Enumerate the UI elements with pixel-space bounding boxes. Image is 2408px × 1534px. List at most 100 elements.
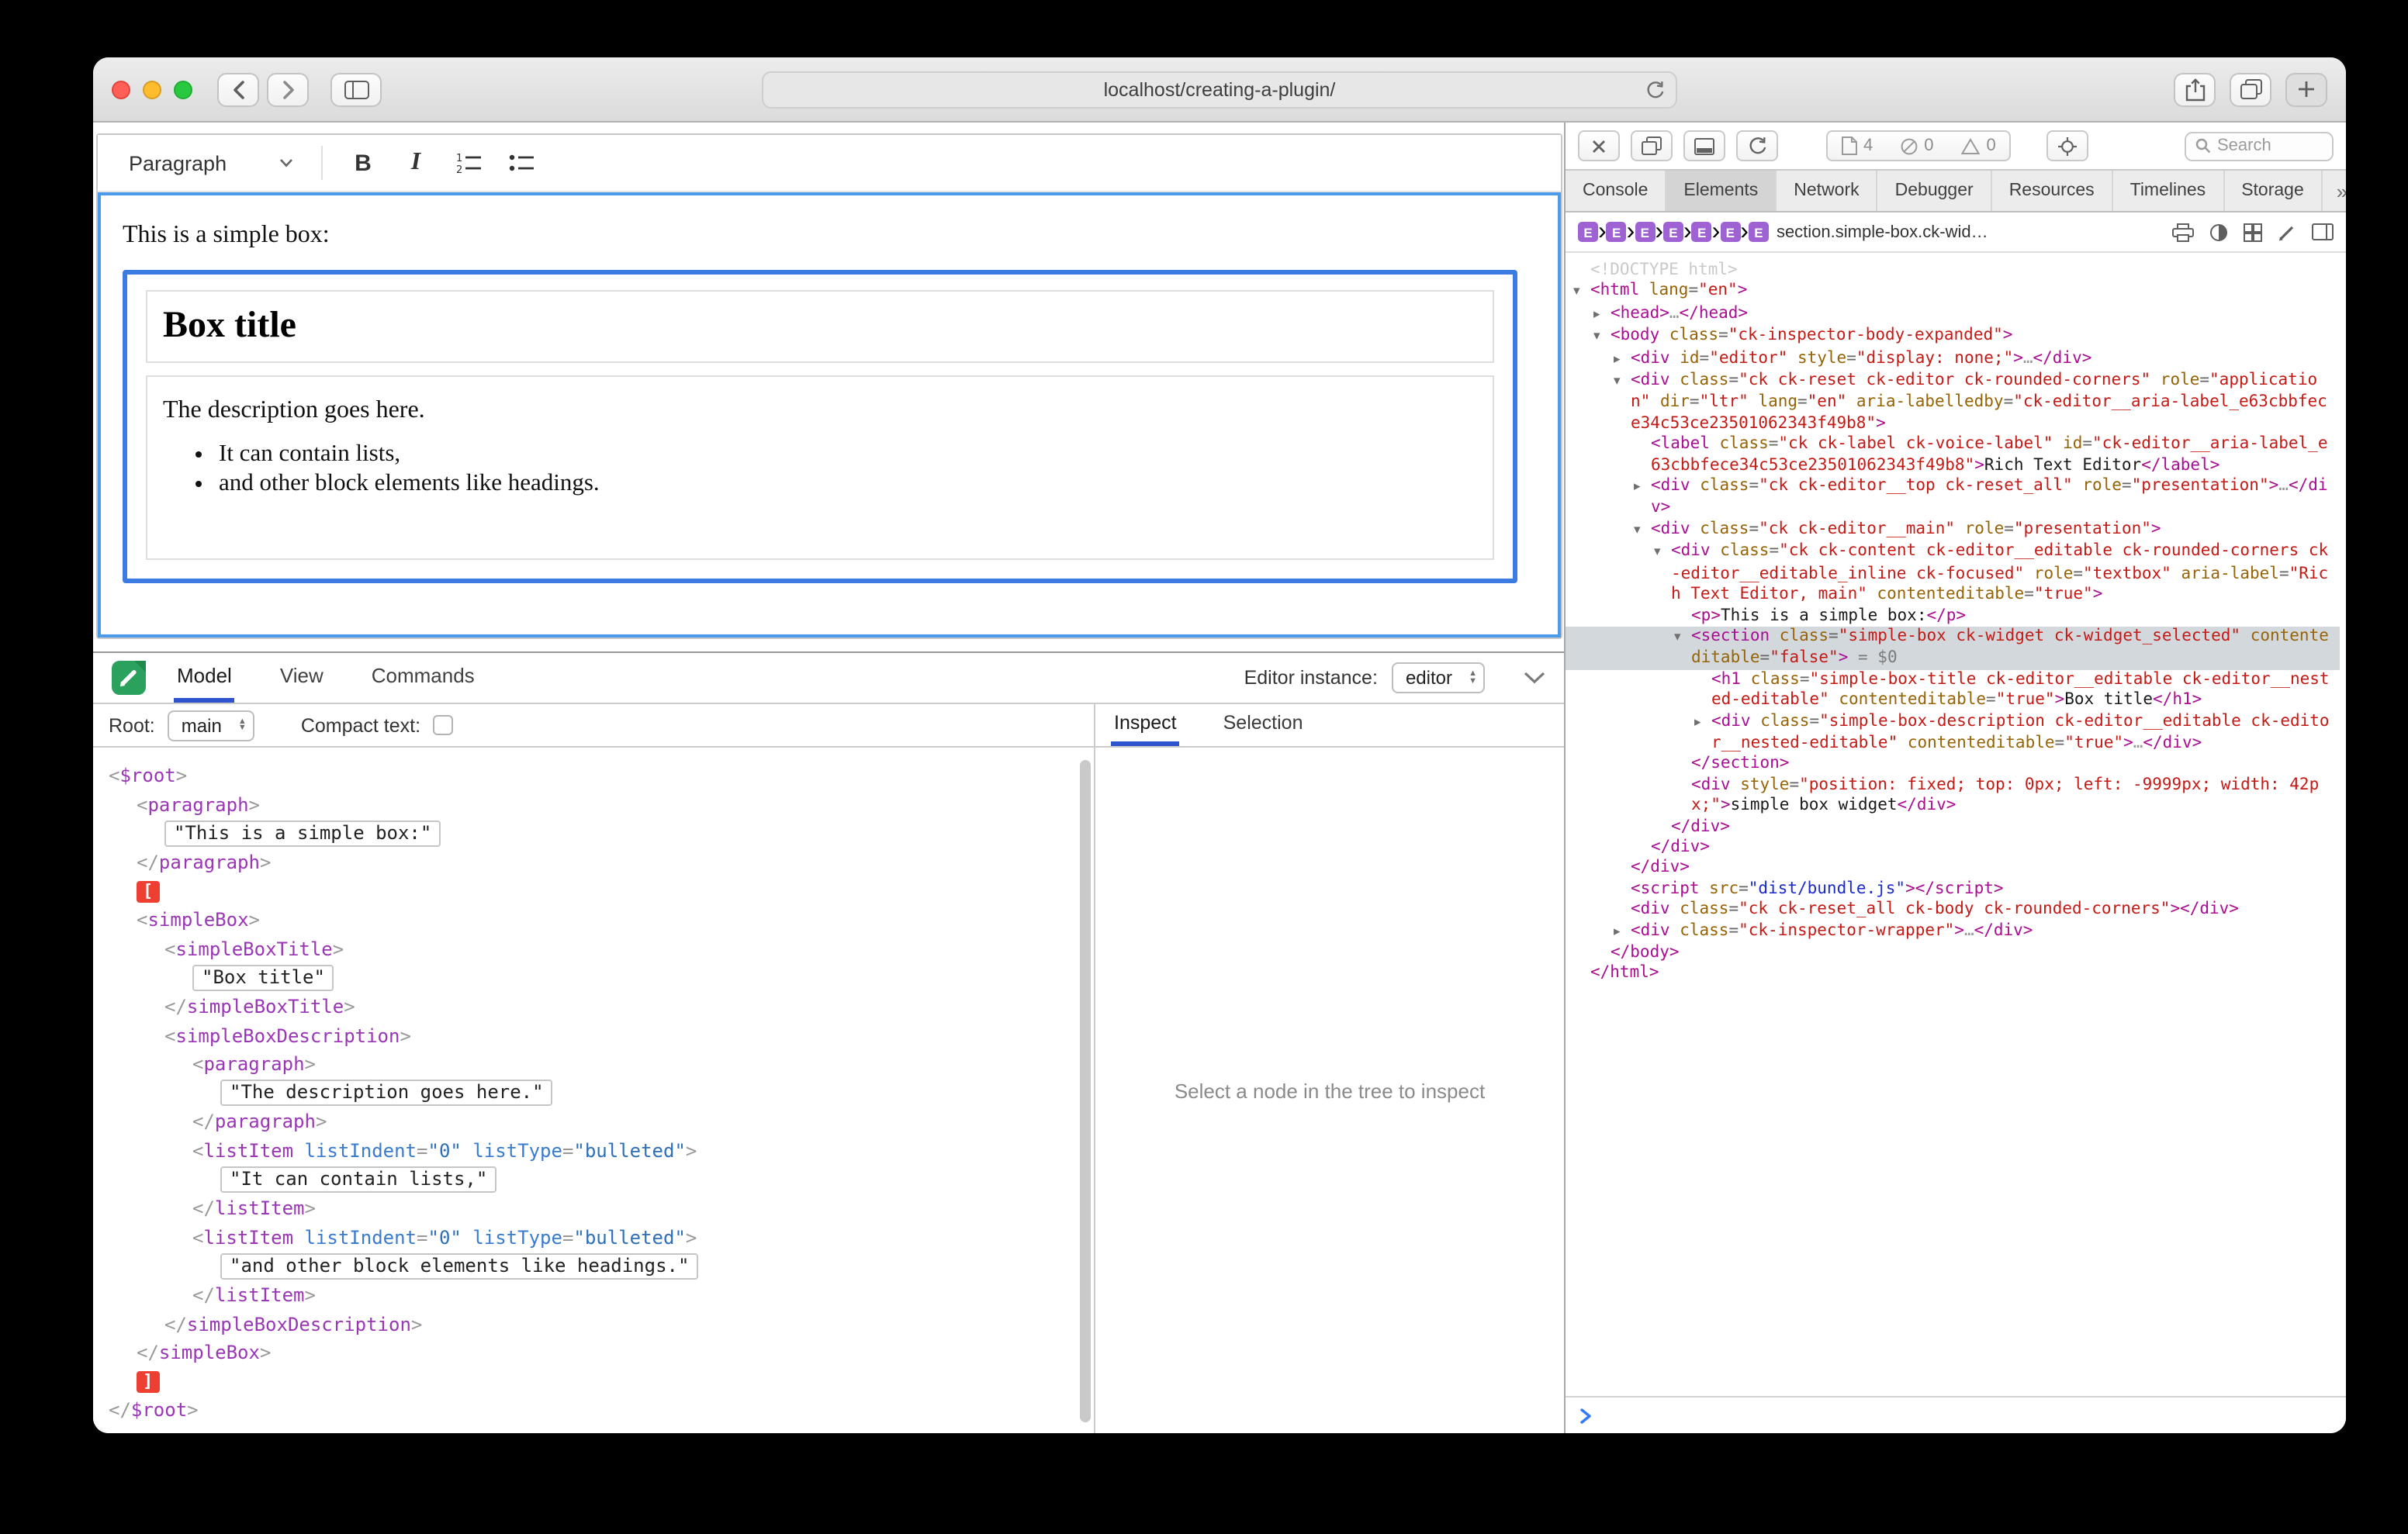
devtools-tab-debugger[interactable]: Debugger [1878, 171, 1992, 211]
model-element-node[interactable]: </listItem> [93, 1194, 1094, 1223]
inspector-tab-model[interactable]: Model [174, 653, 235, 703]
model-element-node[interactable]: <paragraph> [93, 1050, 1094, 1079]
rulers-grid-icon[interactable] [2244, 223, 2262, 241]
model-element-node[interactable]: </simpleBoxDescription> [93, 1310, 1094, 1339]
model-element-node[interactable]: </paragraph> [93, 848, 1094, 877]
tab-overflow-button[interactable]: » [2337, 179, 2346, 202]
dom-node[interactable]: ▸<div class="simple-box-description ck-e… [1566, 711, 2340, 755]
print-styles-icon[interactable] [2172, 223, 2194, 241]
dom-node[interactable]: </div> [1566, 838, 2340, 859]
model-text-node[interactable]: "It can contain lists," [93, 1166, 1094, 1194]
root-select[interactable]: main ▲▼ [168, 710, 254, 741]
minimize-window-button[interactable] [143, 80, 161, 98]
dom-node[interactable]: </section> [1566, 755, 2340, 776]
devtools-tab-resources[interactable]: Resources [1992, 171, 2113, 211]
model-element-node[interactable]: <simpleBoxDescription> [93, 1021, 1094, 1050]
model-element-node[interactable]: <simpleBoxTitle> [93, 935, 1094, 963]
dom-node[interactable]: <!DOCTYPE html> [1566, 261, 2340, 282]
dom-node[interactable]: ▸<head>…</head> [1566, 304, 2340, 326]
dom-node[interactable]: </div> [1566, 817, 2340, 838]
dom-node[interactable]: <h1 class="simple-box-title ck-editor__e… [1566, 669, 2340, 711]
inspector-tab-view[interactable]: View [277, 653, 327, 703]
address-bar[interactable]: localhost/creating-a-plugin/ [762, 71, 1677, 108]
dock-bottom-button[interactable] [1683, 130, 1725, 161]
paragraph-dropdown[interactable]: Paragraph [116, 143, 306, 182]
dom-node-selected[interactable]: ▾<section class="simple-box ck-widget ck… [1566, 627, 2340, 670]
model-element-node[interactable]: <listItem listIndent="0" listType="bulle… [93, 1136, 1094, 1165]
dom-node[interactable]: ▸<div class="ck-inspector-wrapper">…</di… [1566, 921, 2340, 943]
inspect-pane-tab-inspect[interactable]: Inspect [1111, 704, 1180, 746]
breadcrumb-item[interactable]: E [1663, 222, 1683, 242]
model-element-node[interactable]: </$root> [93, 1396, 1094, 1425]
devtools-tab-network[interactable]: Network [1777, 171, 1877, 211]
model-element-node[interactable]: <simpleBox> [93, 906, 1094, 935]
model-element-node[interactable]: <listItem listIndent="0" listType="bulle… [93, 1223, 1094, 1252]
dom-node[interactable]: </body> [1566, 943, 2340, 964]
model-selection-marker[interactable]: ] [93, 1367, 1094, 1396]
reload-icon[interactable] [1646, 80, 1665, 100]
dom-node[interactable]: ▾<html lang="en"> [1566, 282, 2340, 304]
devtools-tab-timelines[interactable]: Timelines [2113, 171, 2225, 211]
breadcrumb-selected[interactable]: Esection.simple-box.ck-wid… [1749, 222, 1988, 242]
quick-console[interactable] [1566, 1396, 2346, 1433]
dom-node[interactable]: ▾<div class="ck ck-content ck-editor__ed… [1566, 542, 2340, 606]
back-button[interactable] [217, 72, 259, 106]
zoom-window-button[interactable] [174, 80, 192, 98]
model-text-node[interactable]: "Box title" [93, 963, 1094, 992]
compact-text-checkbox[interactable] [433, 715, 453, 735]
devtools-tab-storage[interactable]: Storage [2224, 171, 2323, 211]
appearance-icon[interactable] [2209, 223, 2228, 241]
dom-node[interactable]: </div> [1566, 859, 2340, 879]
breadcrumb-item[interactable]: E [1635, 222, 1655, 242]
forward-button[interactable] [267, 72, 309, 106]
breadcrumb-item[interactable]: E [1607, 222, 1627, 242]
inspector-collapse-button[interactable] [1524, 672, 1545, 684]
numbered-list-button[interactable]: 12 [444, 141, 493, 185]
dom-node[interactable]: <div class="ck ck-reset_all ck-body ck-r… [1566, 900, 2340, 921]
dom-node[interactable]: <script src="dist/bundle.js"></script> [1566, 879, 2340, 900]
model-element-node[interactable]: </listItem> [93, 1280, 1094, 1309]
model-element-node[interactable]: </simpleBox> [93, 1339, 1094, 1367]
dom-node[interactable]: <label class="ck ck-label ck-voice-label… [1566, 435, 2340, 477]
simple-box-description-field[interactable]: The description goes here. It can contai… [146, 375, 1494, 560]
share-button[interactable] [2174, 72, 2216, 106]
warning-count[interactable]: 0 [1948, 136, 2010, 155]
model-selection-marker[interactable]: [ [93, 877, 1094, 906]
editor-instance-select[interactable]: editor ▲▼ [1392, 662, 1485, 693]
devtools-reload-button[interactable] [1736, 130, 1778, 161]
close-window-button[interactable] [112, 80, 130, 98]
bold-button[interactable]: B [338, 141, 388, 185]
inspect-pane-tab-selection[interactable]: Selection [1220, 704, 1306, 746]
tab-overview-button[interactable] [2230, 72, 2271, 106]
dom-node[interactable]: ▸<div class="ck ck-editor__top ck-reset_… [1566, 476, 2340, 520]
element-picker-button[interactable] [2047, 130, 2089, 161]
dom-node[interactable]: </html> [1566, 964, 2340, 985]
simple-box-widget[interactable]: Box title The description goes here. It … [123, 270, 1517, 583]
bulleted-list-button[interactable] [496, 141, 546, 185]
editor-paragraph[interactable]: This is a simple box: [123, 222, 1536, 250]
new-tab-button[interactable] [2285, 72, 2327, 106]
model-element-node[interactable]: </simpleBoxTitle> [93, 993, 1094, 1021]
detach-button[interactable] [1631, 130, 1673, 161]
model-text-node[interactable]: "The description goes here." [93, 1079, 1094, 1107]
model-element-node[interactable]: </paragraph> [93, 1107, 1094, 1136]
devtools-search-field[interactable]: Search [2185, 131, 2334, 161]
dom-node[interactable]: <p>This is a simple box:</p> [1566, 606, 2340, 627]
inspector-tab-commands[interactable]: Commands [368, 653, 478, 703]
model-text-node[interactable]: "and other block elements like headings.… [93, 1252, 1094, 1280]
model-text-node[interactable]: "This is a simple box:" [93, 819, 1094, 848]
devtools-close-button[interactable] [1578, 130, 1620, 161]
breadcrumb-item[interactable]: E [1692, 222, 1712, 242]
devtools-tab-console[interactable]: Console [1566, 171, 1666, 211]
dom-node[interactable]: <div style="position: fixed; top: 0px; l… [1566, 776, 2340, 817]
resource-count[interactable]: 4 [1828, 136, 1887, 155]
dom-node[interactable]: ▾<div class="ck ck-reset ck-editor ck-ro… [1566, 371, 2340, 434]
error-count[interactable]: 0 [1887, 136, 1947, 155]
sidebar-toggle-button[interactable] [330, 72, 382, 106]
dom-node[interactable]: ▾<div class="ck ck-editor__main" role="p… [1566, 520, 2340, 542]
italic-button[interactable]: I [391, 141, 441, 185]
model-element-node[interactable]: <paragraph> [93, 790, 1094, 819]
dom-node[interactable]: ▾<body class="ck-inspector-body-expanded… [1566, 326, 2340, 348]
dom-node[interactable]: ▸<div id="editor" style="display: none;"… [1566, 348, 2340, 371]
model-element-node[interactable]: <$root> [93, 762, 1094, 790]
